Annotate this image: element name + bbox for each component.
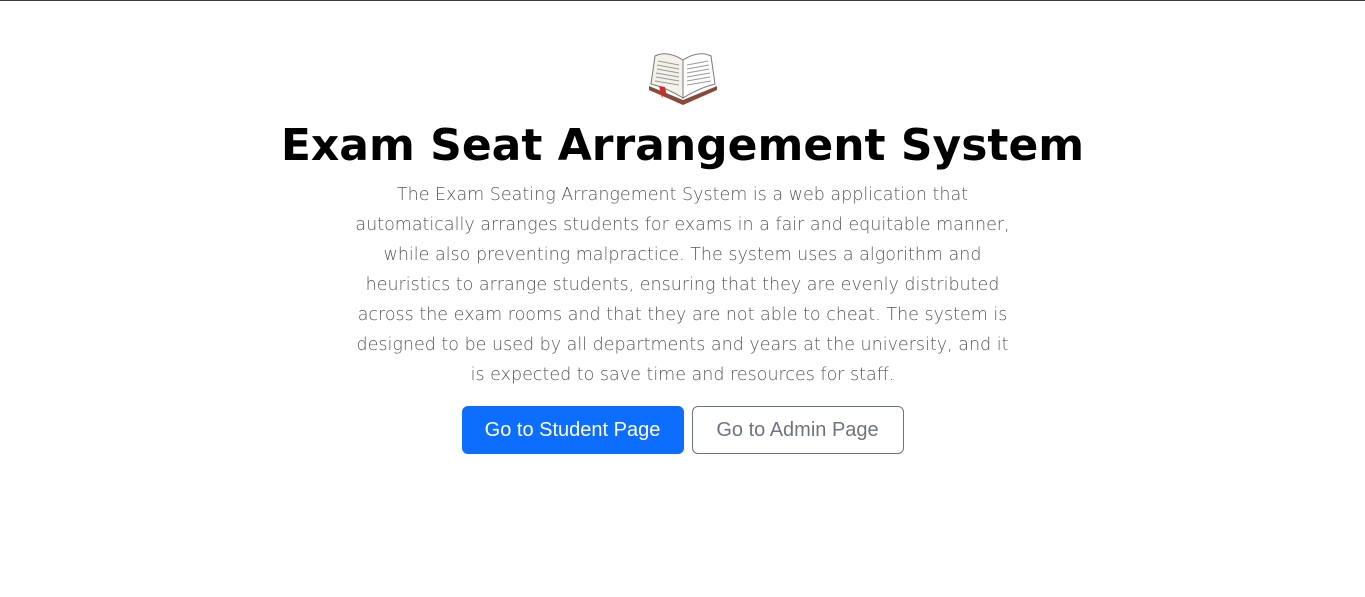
page-title: Exam Seat Arrangement System: [280, 120, 1085, 171]
go-to-student-page-button[interactable]: Go to Student Page: [461, 406, 684, 454]
hero-section: Exam Seat Arrangement System The Exam Se…: [0, 0, 1365, 454]
page-description: The Exam Seating Arrangement System is a…: [355, 185, 1010, 385]
open-book-icon: [648, 53, 717, 105]
go-to-admin-page-button[interactable]: Go to Admin Page: [691, 406, 904, 454]
action-buttons: Go to Student Page Go to Admin Page: [461, 406, 904, 454]
